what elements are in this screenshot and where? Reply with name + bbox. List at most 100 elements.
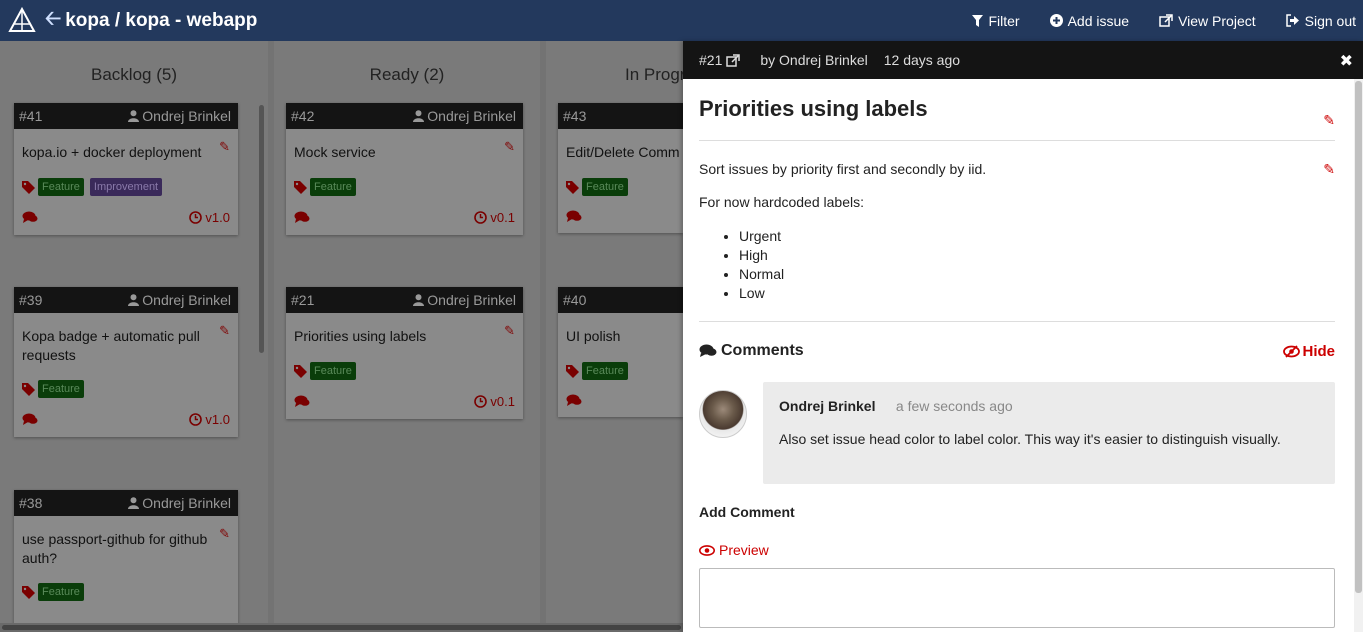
label-feature[interactable]: Feature [38, 380, 84, 398]
issue-card[interactable]: #39 Ondrej Brinkel ✎ Kopa badge + automa… [14, 287, 238, 437]
close-icon[interactable]: ✖ [1340, 51, 1353, 71]
issue-card[interactable]: #38 Ondrej Brinkel ✎ use passport-github… [14, 490, 238, 632]
card-author-name: Ondrej Brinkel [427, 292, 516, 308]
card-title[interactable]: Kopa badge + automatic pull requests [22, 327, 230, 365]
comments-icon[interactable] [566, 394, 582, 407]
comments-icon[interactable] [294, 395, 310, 408]
tag-icon [294, 180, 307, 194]
external-link-icon [1159, 14, 1173, 27]
card-title[interactable]: Mock service [294, 143, 515, 162]
edit-description-pencil-icon[interactable]: ✎ [1323, 161, 1335, 178]
pencil-icon[interactable]: ✎ [219, 526, 230, 542]
card-labels: Feature [566, 178, 675, 196]
kopa-logo-icon[interactable] [7, 6, 37, 36]
label-feature[interactable]: Feature [38, 583, 84, 601]
comments-icon[interactable] [22, 413, 38, 426]
user-icon [128, 294, 140, 306]
issue-card[interactable]: #40 UI polish Feature [558, 287, 683, 417]
add-issue-button[interactable]: Add issue [1049, 13, 1129, 29]
issue-author: by Ondrej Brinkel [760, 52, 868, 68]
user-icon [413, 110, 425, 122]
column-scrollbar[interactable] [259, 105, 264, 353]
filter-label: Filter [988, 12, 1020, 29]
card-number: #39 [19, 292, 43, 308]
label-feature[interactable]: Feature [310, 362, 356, 380]
comment-input[interactable] [699, 568, 1335, 628]
tag-icon [22, 585, 35, 599]
sign-out-label: Sign out [1304, 12, 1356, 29]
clock-icon [474, 211, 488, 224]
edit-title-pencil-icon[interactable]: ✎ [1323, 112, 1335, 129]
label-feature[interactable]: Feature [310, 178, 356, 196]
pencil-icon[interactable]: ✎ [504, 323, 515, 339]
card-title[interactable]: Edit/Delete Comm [566, 143, 680, 162]
label-feature[interactable]: Feature [582, 178, 628, 196]
issue-detail-panel: #21 by Ondrej Brinkel 12 days ago ✖ Prio… [683, 41, 1363, 632]
card-number: #42 [291, 108, 315, 124]
sign-out-icon [1285, 14, 1300, 27]
scrollbar-thumb[interactable] [1355, 81, 1362, 593]
card-title[interactable]: UI polish [566, 327, 675, 346]
card-author: Ondrej Brinkel [413, 292, 516, 308]
column-title: Ready (2) [369, 65, 445, 84]
card-title[interactable]: kopa.io + docker deployment [22, 143, 230, 162]
label-improvement[interactable]: Improvement [89, 178, 163, 196]
card-milestone-text: v1.0 [205, 412, 230, 427]
board-horizontal-scrollbar[interactable] [0, 623, 683, 632]
plus-circle-icon [1049, 14, 1063, 27]
issue-card[interactable]: #43 Edit/Delete Comm Feature [558, 103, 683, 233]
sign-out-button[interactable]: Sign out [1285, 12, 1356, 29]
pencil-icon[interactable]: ✎ [219, 323, 230, 339]
hide-comments-button[interactable]: Hide [1283, 343, 1335, 360]
pencil-icon[interactable]: ✎ [219, 139, 230, 155]
card-header: #42 Ondrej Brinkel [286, 103, 523, 129]
card-labels: Feature [22, 583, 230, 601]
user-icon [413, 294, 425, 306]
eye-slash-icon [1283, 344, 1301, 358]
issue-number-link[interactable]: #21 [699, 52, 741, 68]
repo-title[interactable]: kopa / kopa - webapp [65, 10, 257, 32]
comment-box: Ondrej Brinkel a few seconds ago Also se… [763, 382, 1335, 484]
comments-title-text: Comments [721, 342, 804, 359]
card-body: ✎ Priorities using labels Feature v0.1 [286, 313, 523, 419]
label-feature[interactable]: Feature [38, 178, 84, 196]
issue-card[interactable]: #41 Ondrej Brinkel ✎ kopa.io + docker de… [14, 103, 238, 235]
back-arrow-icon[interactable]: 🡠 [45, 4, 61, 38]
add-comment-heading: Add Comment [699, 504, 795, 520]
card-footer [566, 394, 675, 417]
card-milestone: v1.0 [189, 412, 230, 427]
panel-scrollbar[interactable] [1354, 79, 1363, 632]
comments-icon[interactable] [294, 211, 310, 224]
preview-toggle[interactable]: Preview [699, 542, 1335, 558]
card-milestone-text: v0.1 [490, 394, 515, 409]
card-footer: v1.0 [22, 412, 230, 437]
issue-number: #21 [699, 52, 723, 68]
preview-label: Preview [719, 542, 769, 558]
filter-button[interactable]: Filter [972, 12, 1020, 29]
card-author: Ondrej Brinkel [128, 495, 231, 511]
column-title: In Progr [625, 65, 685, 84]
card-footer: v1.0 [22, 210, 230, 235]
card-body: ✎ use passport-github for github auth? F… [14, 516, 238, 601]
user-icon [128, 497, 140, 509]
divider [699, 140, 1335, 141]
tag-icon [566, 180, 579, 194]
view-project-button[interactable]: View Project [1159, 13, 1256, 29]
comment-author: Ondrej Brinkel [779, 398, 876, 414]
card-title[interactable]: use passport-github for github auth? [22, 530, 230, 568]
card-labels: Feature [22, 380, 230, 398]
divider [699, 321, 1335, 322]
issue-card[interactable]: #21 Ondrej Brinkel ✎ Priorities using la… [286, 287, 523, 419]
list-item: High [739, 246, 1335, 265]
label-feature[interactable]: Feature [582, 362, 628, 380]
pencil-icon[interactable]: ✎ [504, 139, 515, 155]
card-number: #43 [563, 108, 587, 124]
comments-icon[interactable] [566, 210, 582, 223]
scrollbar-thumb[interactable] [2, 625, 681, 630]
card-title[interactable]: Priorities using labels [294, 327, 515, 346]
issue-card[interactable]: #42 Ondrej Brinkel ✎ Mock service Featur… [286, 103, 523, 235]
user-icon [128, 110, 140, 122]
comments-icon[interactable] [22, 211, 38, 224]
card-milestone-text: v0.1 [490, 210, 515, 225]
card-footer [566, 210, 675, 233]
